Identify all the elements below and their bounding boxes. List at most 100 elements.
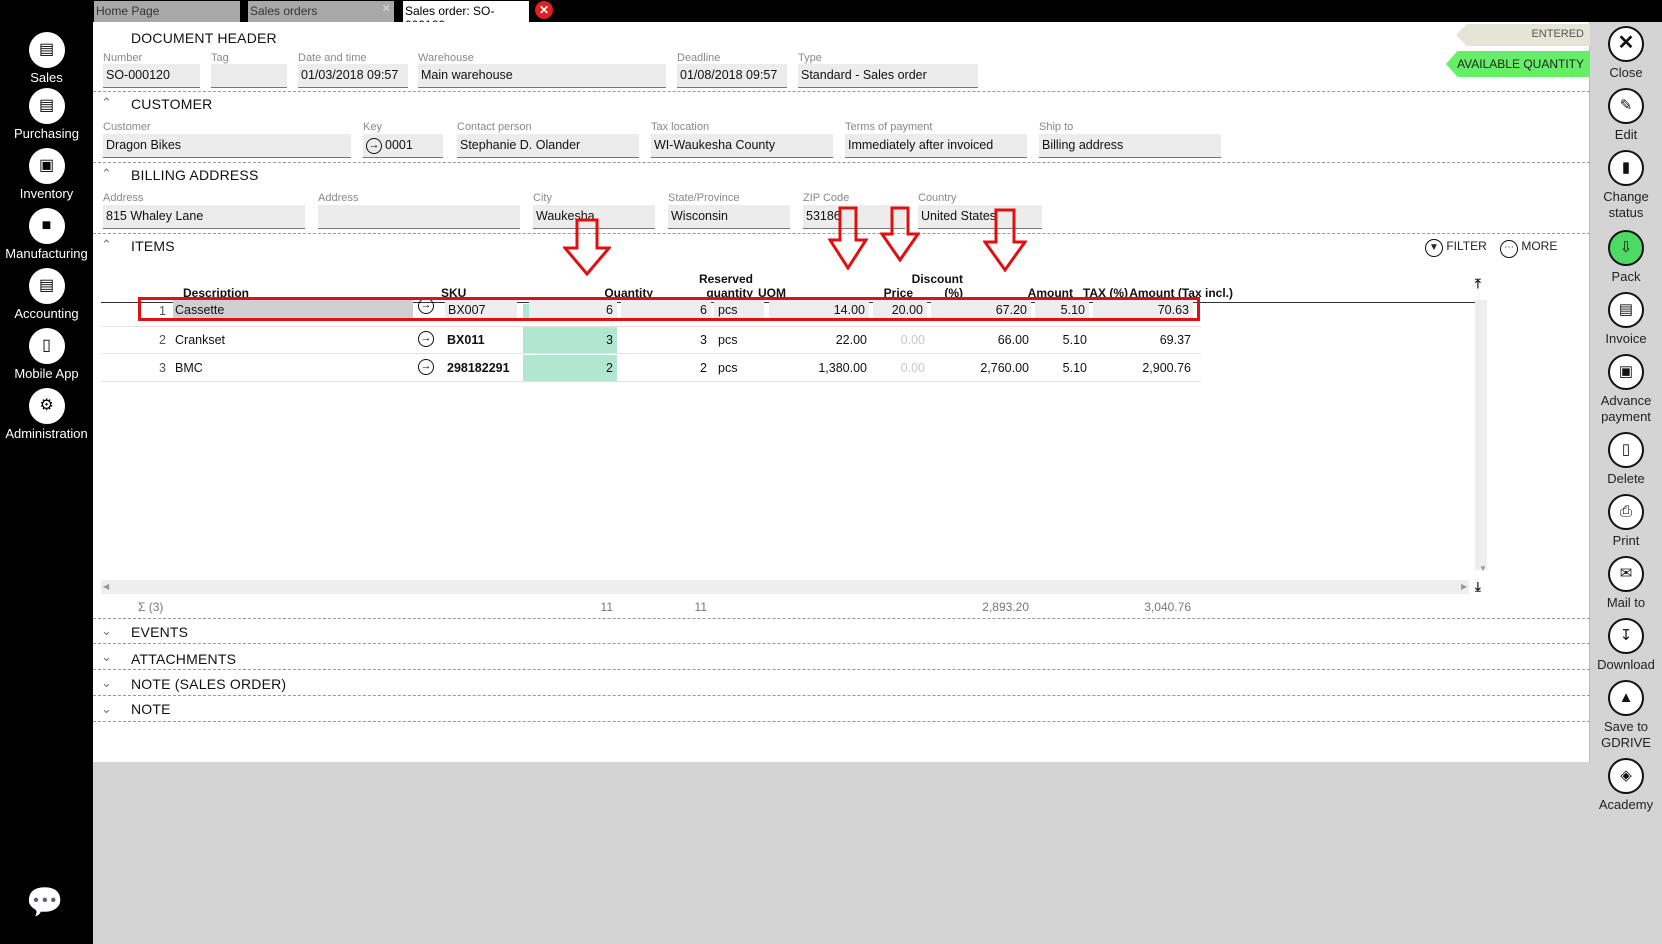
terms-field[interactable]: Immediately after invoiced <box>845 134 1027 158</box>
datetime-label: Date and time <box>298 52 367 64</box>
annotation-arrow <box>880 206 920 262</box>
row-divider <box>101 326 1201 327</box>
close-button[interactable]: ✕ Close <box>1590 26 1662 81</box>
delete-button[interactable]: ▯ Delete <box>1590 432 1662 487</box>
amount-cell: 2,760.00 <box>980 361 1029 375</box>
discount-cell[interactable]: 0.00 <box>873 361 925 375</box>
download-icon: ↧ <box>1608 618 1644 654</box>
totals-reserved: 11 <box>694 600 707 614</box>
nav-inventory[interactable]: ▣ Inventory <box>0 148 93 201</box>
chat-icon[interactable]: 💬 <box>26 885 63 920</box>
save-to-gdrive-button[interactable]: ▲ Save to GDRIVE <box>1590 680 1662 751</box>
state-label: State/Province <box>668 192 740 204</box>
accounting-icon: ▤ <box>28 268 65 304</box>
chevron-up-icon[interactable]: ⌃ <box>101 166 112 182</box>
col-reserved-1[interactable]: Reserved <box>653 272 753 286</box>
arrow-right-icon[interactable]: → <box>418 359 434 375</box>
note-section[interactable]: ⌄ NOTE <box>93 697 1590 722</box>
description-cell[interactable]: BMC <box>175 361 203 375</box>
pack-icon: ⇩ <box>1608 230 1644 266</box>
address-field[interactable]: 815 Whaley Lane <box>103 205 305 229</box>
chevron-up-icon[interactable]: ⌃ <box>101 237 112 253</box>
nav-manufacturing[interactable]: ■ Manufacturing <box>0 208 93 261</box>
arrow-right-icon[interactable]: → <box>418 331 434 347</box>
arrow-right-icon[interactable]: → <box>366 138 382 154</box>
events-section[interactable]: ⌄ EVENTS <box>93 619 1590 644</box>
discount-cell[interactable]: 0.00 <box>873 333 925 347</box>
mobile-app-icon: ▯ <box>28 328 65 364</box>
chevron-down-icon: ⌄ <box>101 649 112 664</box>
totals-quantity: 11 <box>600 600 613 614</box>
customer-title: CUSTOMER <box>131 96 213 112</box>
nav-administration[interactable]: ⚙ Administration <box>0 388 93 441</box>
change-status-button[interactable]: ▮ Change status <box>1590 150 1662 221</box>
nav-mobile-app[interactable]: ▯ Mobile App <box>0 328 93 381</box>
scroll-left-icon[interactable]: ◀ <box>103 582 109 591</box>
note-title: NOTE <box>131 701 171 717</box>
customer-field[interactable]: Dragon Bikes <box>103 134 351 158</box>
pack-button[interactable]: ⇩ Pack <box>1590 230 1662 285</box>
vertical-scrollbar[interactable] <box>1475 300 1487 570</box>
price-cell[interactable]: 22.00 <box>769 333 867 347</box>
scroll-bottom-icon[interactable]: ⤓ <box>1475 579 1481 595</box>
note-sales-order-section[interactable]: ⌄ NOTE (SALES ORDER) <box>93 671 1590 696</box>
nav-purchasing[interactable]: ▤ Purchasing <box>0 88 93 141</box>
sku-cell[interactable]: BX011 <box>447 333 485 347</box>
warehouse-field[interactable]: Main warehouse <box>418 64 666 88</box>
scroll-right-icon[interactable]: ▶ <box>1461 582 1467 591</box>
tax-cell: 5.10 <box>1062 333 1087 347</box>
number-field[interactable]: SO-000120 <box>103 64 200 88</box>
available-quantity-badge[interactable]: AVAILABLE QUANTITY <box>1446 51 1590 77</box>
attachments-section[interactable]: ⌄ ATTACHMENTS <box>93 645 1590 670</box>
sku-cell[interactable]: 298182291 <box>447 361 510 375</box>
deadline-field[interactable]: 01/08/2018 09:57 <box>677 64 787 88</box>
left-navigation: ▤ Sales ▤ Purchasing ▣ Inventory ■ Manufactu… <box>0 0 93 944</box>
tax-location-field[interactable]: WI-Waukesha County <box>651 134 833 158</box>
chevron-up-icon[interactable]: ⌃ <box>101 95 112 111</box>
highlight-box <box>138 297 1200 321</box>
type-label: Type <box>798 52 822 64</box>
mail-icon: ✉ <box>1608 556 1644 592</box>
nav-accounting[interactable]: ▤ Accounting <box>0 268 93 321</box>
status-badge: ENTERED <box>1456 24 1590 46</box>
close-tab-icon[interactable]: ✕ <box>382 2 391 15</box>
close-tab-icon[interactable]: ✕ <box>535 1 553 19</box>
more-button[interactable]: ⋯ MORE <box>1500 239 1557 258</box>
datetime-field[interactable]: 01/03/2018 09:57 <box>298 64 408 88</box>
quantity-cell[interactable]: 3 <box>523 333 613 347</box>
print-button[interactable]: ⎙ Print <box>1590 494 1662 549</box>
sales-icon: ▤ <box>28 32 65 68</box>
edit-button[interactable]: ✎ Edit <box>1590 88 1662 143</box>
price-cell[interactable]: 1,380.00 <box>769 361 867 375</box>
attachments-title: ATTACHMENTS <box>131 651 237 667</box>
nav-sales[interactable]: ▤ Sales <box>0 32 93 85</box>
uom-cell[interactable]: pcs <box>718 333 737 347</box>
type-field[interactable]: Standard - Sales order <box>798 64 978 88</box>
main-panel: ENTERED AVAILABLE QUANTITY DOCUMENT HEAD… <box>93 22 1590 762</box>
academy-button[interactable]: ◈ Academy <box>1590 758 1662 813</box>
tab-home-page[interactable]: Home Page <box>94 1 240 22</box>
uom-cell[interactable]: pcs <box>718 361 737 375</box>
scroll-top-icon[interactable]: ⤒ <box>1475 276 1481 292</box>
download-button[interactable]: ↧ Download <box>1590 618 1662 673</box>
tab-sales-order[interactable]: Sales order: SO-000120✕ <box>403 1 553 32</box>
filter-button[interactable]: ▼ FILTER <box>1425 239 1487 257</box>
chevron-down-icon: ⌄ <box>101 701 112 716</box>
state-field[interactable]: Wisconsin <box>668 205 790 229</box>
advance-payment-button[interactable]: ▣ Advance payment <box>1590 354 1662 425</box>
address2-field[interactable] <box>318 205 520 229</box>
academy-icon: ◈ <box>1608 758 1644 794</box>
tab-sales-orders[interactable]: Sales orders ✕ <box>248 1 394 22</box>
row-divider <box>101 353 1201 354</box>
col-discount-1[interactable]: Discount <box>863 272 963 286</box>
tag-field[interactable] <box>211 64 287 88</box>
horizontal-scrollbar[interactable] <box>101 580 1469 594</box>
mail-to-button[interactable]: ✉ Mail to <box>1590 556 1662 611</box>
scroll-down-icon[interactable]: ▼ <box>1479 564 1487 573</box>
ship-to-field[interactable]: Billing address <box>1039 134 1221 158</box>
contact-person-field[interactable]: Stephanie D. Olander <box>457 134 639 158</box>
bookmark-icon: ▮ <box>1608 150 1644 186</box>
invoice-button[interactable]: ▤ Invoice <box>1590 292 1662 347</box>
quantity-cell[interactable]: 2 <box>523 361 613 375</box>
description-cell[interactable]: Crankset <box>175 333 225 347</box>
